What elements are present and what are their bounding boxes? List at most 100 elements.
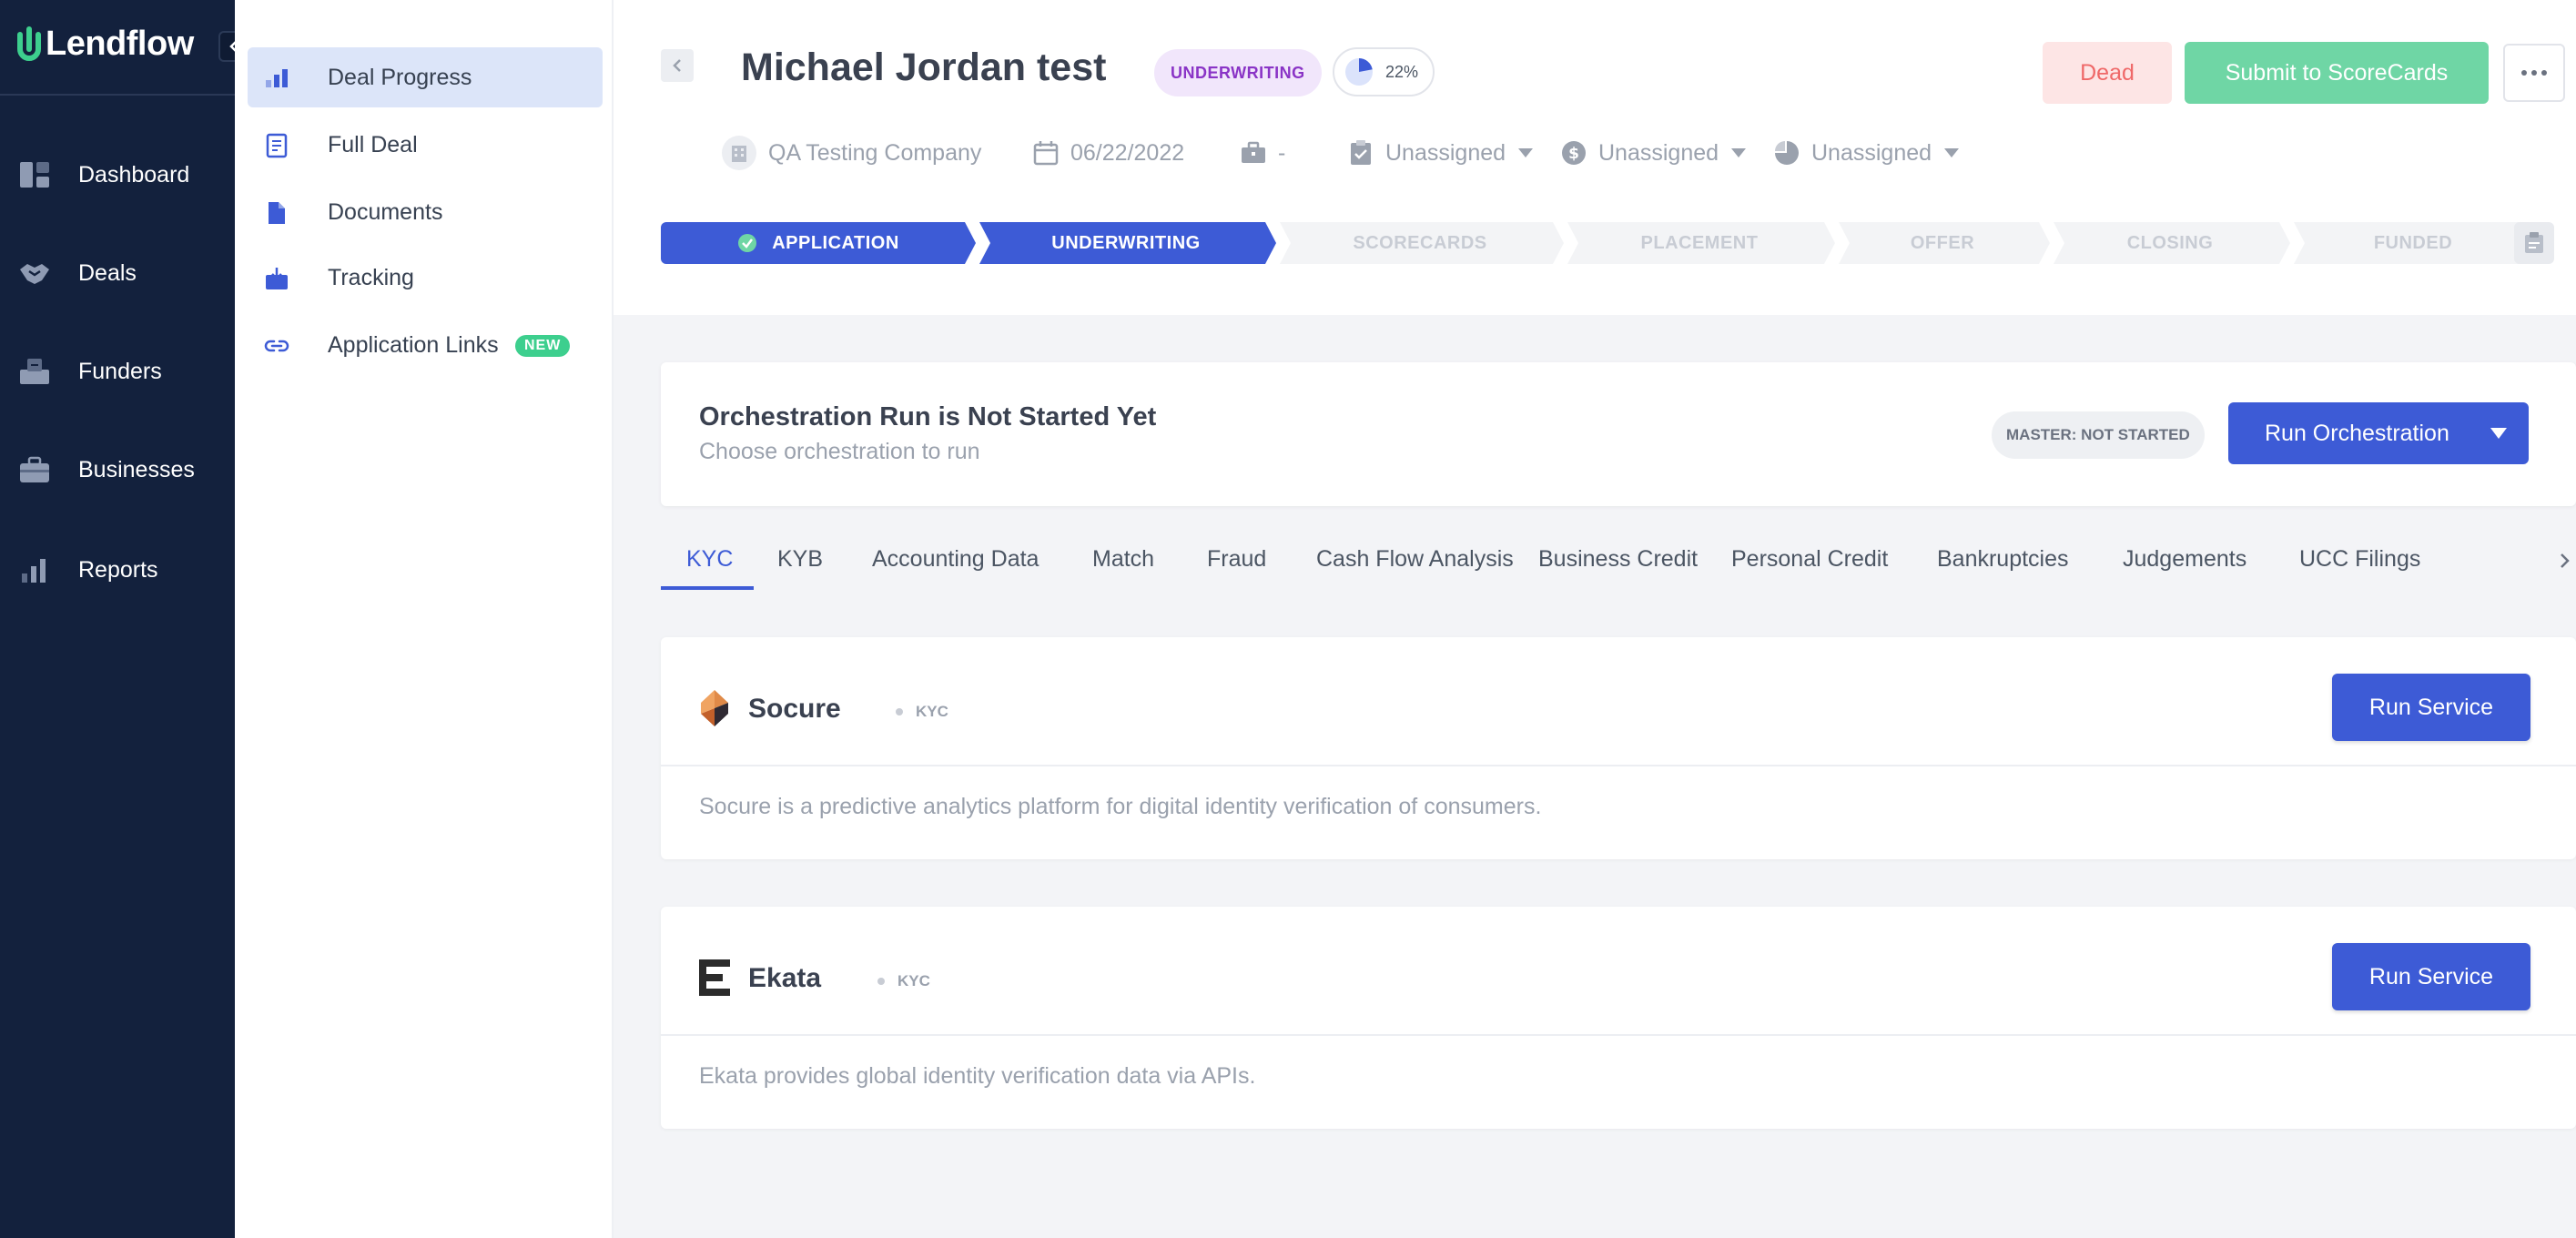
chevron-right-icon[interactable] [2556,552,2574,570]
master-status-badge: MASTER: NOT STARTED [1992,411,2205,459]
nav-label: Funders [78,358,162,384]
progress-percent: 22% [1385,62,1419,81]
service-description: Ekata provides global identity verificat… [699,1063,1256,1089]
dollar-icon: $ [1562,141,1586,165]
pipeline-step-label: SCORECARDS [1353,232,1487,253]
subnav-label: Application Links [328,331,499,358]
handshake-icon [20,264,49,284]
tab-fraud[interactable]: Fraud [1207,537,1266,592]
pipeline-step-label: OFFER [1910,232,1975,253]
run-service-button[interactable]: Run Service [2332,674,2530,741]
subnav-item-tracking[interactable]: Tracking [248,248,603,308]
progress-pill: 22% [1333,47,1435,96]
tab-kyc[interactable]: KYC [686,537,733,592]
subnav-label: Tracking [328,264,414,290]
tab-cash-flow-analysis[interactable]: Cash Flow Analysis [1316,537,1514,592]
briefcase-icon [20,456,49,482]
company-meta[interactable]: QA Testing Company [721,135,981,171]
pipeline-step-label: FUNDED [2373,232,2453,253]
nav-label: Dashboard [78,161,190,188]
stage-badge: UNDERWRITING [1154,49,1322,96]
tab-ucc-filings[interactable]: UCC Filings [2299,537,2420,592]
pipeline-step-label: UNDERWRITING [1051,232,1201,253]
run-orchestration-button[interactable]: Run Orchestration [2228,402,2529,464]
tab-personal-credit[interactable]: Personal Credit [1731,537,1888,592]
pipeline-step-closing[interactable]: CLOSING [2050,222,2290,264]
date-meta: 06/22/2022 [1032,135,1184,171]
deal-pipeline: APPLICATION UNDERWRITING SCORECARDS PLAC… [661,222,2545,264]
nav-item-reports[interactable]: Reports [0,543,235,597]
deal-sidebar: Deal Progress Full Deal Documents Tracki… [235,0,614,1238]
assignee-dropdown-1[interactable]: Unassigned [1347,135,1534,171]
service-name: Socure [748,694,841,724]
assignee-value: Unassigned [1598,139,1719,166]
ekata-logo-icon [699,959,730,996]
run-service-button[interactable]: Run Service [2332,943,2530,1010]
run-orchestration-label: Run Orchestration [2265,420,2449,446]
dashboard-icon [20,162,49,188]
caret-down-icon [1518,148,1534,157]
subnav-item-full-deal[interactable]: Full Deal [248,115,603,175]
assignee-value: Unassigned [1811,139,1932,166]
lendflow-logo[interactable]: Lendflow [16,24,194,64]
pipeline-step-funded[interactable]: FUNDED [2290,222,2536,264]
service-description: Socure is a predictive analytics platfor… [699,794,1542,819]
brand-name: Lendflow [46,24,194,63]
more-options-button[interactable] [2503,44,2565,102]
primary-nav: Lendflow Dashboard Deals Funders Busines… [0,0,249,1238]
pipeline-step-label: PLACEMENT [1640,232,1759,253]
submit-to-scorecards-button[interactable]: Submit to ScoreCards [2185,42,2489,104]
assignee-value: Unassigned [1385,139,1506,166]
tab-kyb[interactable]: KYB [777,537,823,592]
service-category-tabs: KYC KYB Accounting Data Match Fraud Cash… [661,537,2576,592]
nav-label: Reports [78,556,158,583]
nav-item-funders[interactable]: Funders [0,344,235,399]
briefcase-icon [1242,141,1265,163]
pipeline-step-application[interactable]: APPLICATION [661,222,976,264]
pipeline-step-placement[interactable]: PLACEMENT [1564,222,1835,264]
dead-button[interactable]: Dead [2043,42,2172,104]
clipboard-check-icon [1351,140,1371,165]
tab-accounting-data[interactable]: Accounting Data [872,537,1039,592]
tab-match[interactable]: Match [1092,537,1154,592]
pipeline-step-label: APPLICATION [772,232,899,253]
tab-business-credit[interactable]: Business Credit [1538,537,1698,592]
separator-dot [877,978,885,985]
reports-icon [22,559,46,583]
nav-divider [0,94,235,96]
caret-down-icon [1731,148,1747,157]
nav-item-businesses[interactable]: Businesses [0,442,235,497]
chevron-left-icon [673,59,681,72]
subnav-item-deal-progress[interactable]: Deal Progress [248,47,603,107]
subnav-item-documents[interactable]: Documents [248,182,603,242]
assignee-dropdown-2[interactable]: $ Unassigned [1560,135,1747,171]
pipeline-notes-button[interactable] [2514,222,2554,264]
orchestration-card: Orchestration Run is Not Started Yet Cho… [661,362,2576,506]
tab-judgements[interactable]: Judgements [2123,537,2246,592]
pipeline-step-underwriting[interactable]: UNDERWRITING [976,222,1276,264]
clipboard-icon [2525,232,2543,253]
orchestration-title: Orchestration Run is Not Started Yet [699,402,1157,431]
nav-item-deals[interactable]: Deals [0,246,235,300]
nav-item-dashboard[interactable]: Dashboard [0,147,235,202]
pipeline-step-scorecards[interactable]: SCORECARDS [1276,222,1564,264]
tab-bankruptcies[interactable]: Bankruptcies [1937,537,2069,592]
tracking-icon [266,268,288,289]
nav-label: Deals [78,259,137,286]
industry-value: - [1278,139,1286,166]
assignee-dropdown-3[interactable]: Unassigned [1773,135,1960,171]
document-icon [266,133,288,158]
caret-down-icon[interactable] [2490,428,2507,439]
ellipsis-icon [2521,70,2547,76]
bar-chart-icon [266,69,288,87]
subnav-item-application-links[interactable]: Application Links NEW [248,315,603,375]
check-circle-icon [738,234,757,252]
link-icon [264,340,289,352]
pie-chart-icon [1775,141,1799,165]
industry-meta: - [1240,135,1285,171]
back-button[interactable] [661,49,694,82]
separator-dot [896,708,903,715]
pipeline-step-offer[interactable]: OFFER [1835,222,2050,264]
service-name: Ekata [748,963,822,993]
calendar-icon [1033,141,1059,166]
